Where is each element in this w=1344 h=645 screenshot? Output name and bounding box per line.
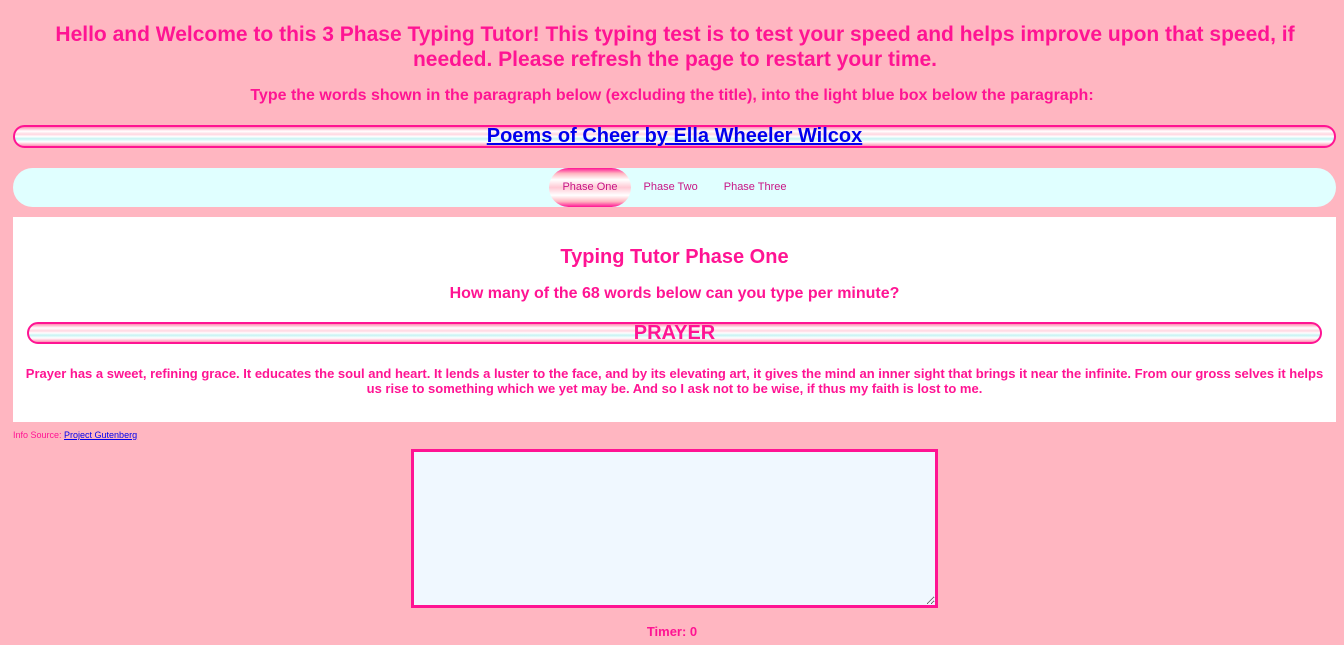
poem-title: PRAYER	[633, 322, 716, 344]
tab-phase-two[interactable]: Phase Two	[631, 168, 711, 207]
typing-input[interactable]	[411, 449, 938, 608]
welcome-heading: Hello and Welcome to this 3 Phase Typing…	[55, 23, 1295, 71]
timer-display: Timer: 0	[646, 624, 698, 639]
phase-panel: Typing Tutor Phase One How many of the 6…	[13, 217, 1336, 422]
phase-nav: Phase One Phase Two Phase Three	[13, 168, 1336, 207]
info-source-label: Info Source:	[13, 430, 65, 440]
book-title-link[interactable]: Poems of Cheer by Ella Wheeler Wilcox	[487, 125, 863, 147]
info-source: Info Source: Project Gutenberg	[13, 430, 137, 441]
poem-paragraph: Prayer has a sweet, refining grace. It e…	[25, 366, 1324, 396]
panel-title: Typing Tutor Phase One	[560, 246, 789, 268]
word-count-question: How many of the 68 words below can you t…	[449, 285, 900, 302]
instructions-text: Type the words shown in the paragraph be…	[250, 87, 1094, 104]
tab-phase-one[interactable]: Phase One	[549, 168, 631, 207]
tab-phase-three[interactable]: Phase Three	[711, 168, 800, 207]
project-gutenberg-link[interactable]: Project Gutenberg	[64, 430, 137, 440]
book-title-bar: Poems of Cheer by Ella Wheeler Wilcox	[13, 125, 1336, 148]
poem-title-bar: PRAYER	[27, 322, 1322, 344]
